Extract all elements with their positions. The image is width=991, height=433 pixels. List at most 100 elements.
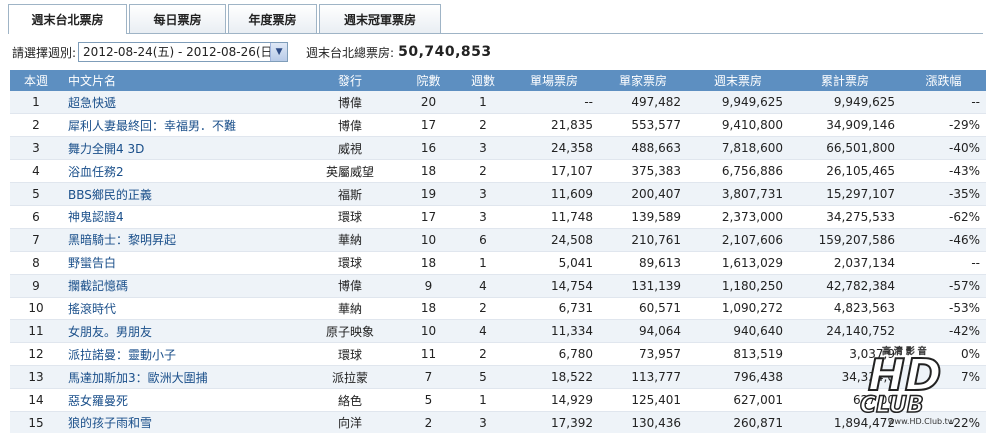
movie-title-link[interactable]: 野蠻告白: [68, 256, 116, 270]
column-header-per-screen[interactable]: 單場票房: [509, 70, 599, 91]
column-header-weeks[interactable]: 週數: [457, 70, 509, 91]
cell-theaters: 9: [400, 274, 457, 298]
cell-per-screen: 17,107: [509, 159, 599, 184]
box-office-table: 本週 中文片名 發行 院數 週數 單場票房 單家票房 週末票房 累計票房 漲跌幅 1 超急快遞 博偉 2…: [10, 70, 986, 433]
cell-weeks: 1: [457, 91, 509, 115]
cell-theaters: 16: [400, 136, 457, 161]
movie-title-link[interactable]: 女朋友。男朋友: [68, 325, 152, 339]
cell-cumulative-gross: 26,105,465: [789, 159, 901, 184]
column-header-cumulative-gross[interactable]: 累計票房: [789, 70, 901, 91]
cell-change: --: [901, 91, 986, 115]
column-header-distributor[interactable]: 發行: [300, 70, 400, 91]
column-header-change[interactable]: 漲跌幅: [901, 70, 986, 91]
cell-distributor: 環球: [300, 251, 400, 275]
column-header-weekend-gross[interactable]: 週末票房: [687, 70, 789, 91]
cell-weeks: 3: [457, 136, 509, 161]
cell-title: 神鬼認證4: [62, 205, 300, 229]
toolbar: 請選擇週別: 2012-08-24(五) - 2012-08-26(日) ▼ 週…: [12, 41, 982, 63]
table-header-row: 本週 中文片名 發行 院數 週數 單場票房 單家票房 週末票房 累計票房 漲跌幅: [10, 70, 986, 91]
cell-rank: 10: [10, 297, 62, 321]
cell-weeks: 3: [457, 182, 509, 206]
cell-per-screen: 21,835: [509, 113, 599, 138]
movie-title-link[interactable]: 黑暗騎士：黎明昇起: [68, 233, 176, 247]
movie-title-link[interactable]: 舞力全開4 3D: [68, 142, 144, 156]
column-header-title[interactable]: 中文片名: [62, 70, 300, 91]
cell-change: 0%: [901, 342, 986, 367]
cell-cumulative-gross: 159,207,586: [789, 228, 901, 252]
cell-weekend-gross: 7,818,600: [687, 136, 789, 161]
cell-change: 7%: [901, 365, 986, 390]
cell-cumulative-gross: 34,275,533: [789, 205, 901, 229]
tab-daily[interactable]: 每日票房: [129, 4, 226, 33]
cell-per-theater: 73,957: [599, 342, 687, 367]
cell-distributor: 博偉: [300, 91, 400, 115]
tab-weekend-taipei[interactable]: 週末台北票房: [8, 4, 127, 34]
week-select[interactable]: 2012-08-24(五) - 2012-08-26(日) ▼: [78, 42, 289, 62]
movie-title-link[interactable]: BBS鄉民的正義: [68, 188, 152, 202]
table-row: 1 超急快遞 博偉 20 1 -- 497,482 9,949,625 9,949,625 --: [10, 91, 986, 115]
cell-weekend-gross: 813,519: [687, 342, 789, 367]
cell-distributor: 福斯: [300, 182, 400, 206]
cell-title: 馬達加斯加3：歐洲大圍捕: [62, 365, 300, 390]
cell-theaters: 2: [400, 411, 457, 433]
movie-title-link[interactable]: 攔截記憶碼: [68, 279, 128, 293]
movie-title-link[interactable]: 犀利人妻最終回：幸福男．不難: [68, 119, 236, 133]
table-row: 12 派拉諾曼：靈動小子 環球 11 2 6,780 73,957 813,519 3,037,…: [10, 342, 986, 367]
cell-change: -53%: [901, 297, 986, 321]
cell-theaters: 18: [400, 159, 457, 184]
movie-title-link[interactable]: 狼的孩子雨和雪: [68, 416, 152, 430]
cell-per-theater: 375,383: [599, 159, 687, 184]
cell-rank: 11: [10, 319, 62, 344]
cell-per-screen: 24,508: [509, 228, 599, 252]
cell-theaters: 5: [400, 388, 457, 412]
cell-theaters: 10: [400, 228, 457, 252]
cell-cumulative-gross: 2,037,134: [789, 251, 901, 275]
cell-rank: 7: [10, 228, 62, 252]
cell-title: 攔截記憶碼: [62, 274, 300, 298]
cell-per-screen: 6,731: [509, 297, 599, 321]
table-row: 4 浴血任務2 英屬威望 18 2 17,107 375,383 6,756,886 26,10…: [10, 159, 986, 184]
cell-per-theater: 139,589: [599, 205, 687, 229]
cell-change: -40%: [901, 136, 986, 161]
cell-weeks: 4: [457, 319, 509, 344]
cell-per-theater: 497,482: [599, 91, 687, 115]
movie-title-link[interactable]: 浴血任務2: [68, 165, 124, 179]
tab-bar: 週末台北票房 每日票房 年度票房 週末冠軍票房: [8, 4, 983, 34]
cell-weekend-gross: 1,180,250: [687, 274, 789, 298]
chevron-down-icon[interactable]: ▼: [270, 43, 288, 61]
week-select-value: 2012-08-24(五) - 2012-08-26(日): [83, 45, 278, 59]
cell-cumulative-gross: 3,037,9: [789, 342, 901, 367]
movie-title-link[interactable]: 惡女羅曼死: [68, 394, 128, 408]
cell-distributor: 環球: [300, 342, 400, 367]
cell-cumulative-gross: 66,501,800: [789, 136, 901, 161]
cell-weeks: 4: [457, 274, 509, 298]
column-header-theaters[interactable]: 院數: [400, 70, 457, 91]
cell-per-screen: 17,392: [509, 411, 599, 433]
cell-weeks: 2: [457, 342, 509, 367]
table-row: 5 BBS鄉民的正義 福斯 19 3 11,609 200,407 3,807,731 15,2…: [10, 182, 986, 206]
table-row: 7 黑暗騎士：黎明昇起 華納 10 6 24,508 210,761 2,107,606 159…: [10, 228, 986, 252]
cell-theaters: 7: [400, 365, 457, 390]
movie-title-link[interactable]: 派拉諾曼：靈動小子: [68, 348, 176, 362]
cell-rank: 4: [10, 159, 62, 184]
cell-distributor: 英屬威望: [300, 159, 400, 184]
cell-title: 狼的孩子雨和雪: [62, 411, 300, 433]
cell-per-screen: 11,334: [509, 319, 599, 344]
tab-weekend-champion[interactable]: 週末冠軍票房: [319, 4, 441, 33]
cell-theaters: 17: [400, 205, 457, 229]
movie-title-link[interactable]: 神鬼認證4: [68, 210, 124, 224]
movie-title-link[interactable]: 超急快遞: [68, 96, 116, 110]
total-box-office-value: 50,740,853: [398, 44, 492, 60]
cell-rank: 9: [10, 274, 62, 298]
movie-title-link[interactable]: 搖滾時代: [68, 302, 116, 316]
cell-rank: 13: [10, 365, 62, 390]
cell-weekend-gross: 1,090,272: [687, 297, 789, 321]
column-header-per-theater[interactable]: 單家票房: [599, 70, 687, 91]
tab-underline: [8, 33, 983, 34]
cell-change: --: [901, 251, 986, 275]
column-header-rank[interactable]: 本週: [10, 70, 62, 91]
movie-title-link[interactable]: 馬達加斯加3：歐洲大圍捕: [68, 371, 208, 385]
tab-yearly[interactable]: 年度票房: [228, 4, 317, 33]
cell-distributor: 博偉: [300, 113, 400, 138]
cell-weeks: 2: [457, 159, 509, 184]
